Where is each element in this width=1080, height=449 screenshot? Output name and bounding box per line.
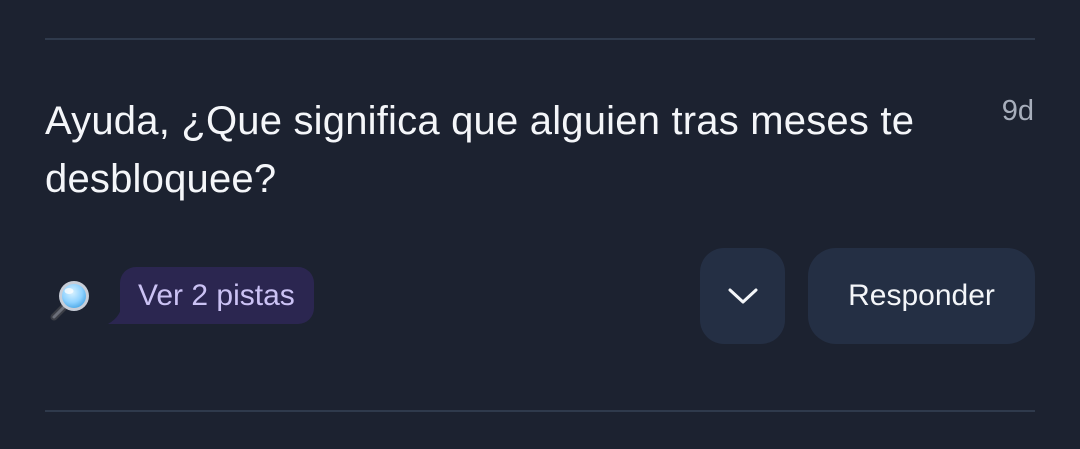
top-divider [45,38,1035,40]
chevron-down-icon [728,288,757,304]
bottom-divider [45,410,1035,412]
magnifier-icon [50,281,89,321]
reply-label: Responder [848,279,995,312]
expand-button[interactable] [700,248,785,344]
hints-bubble: Ver 2 pistas [120,267,314,324]
question-card: Ayuda, ¿Que significa que alguien tras m… [0,0,1080,449]
question-text[interactable]: Ayuda, ¿Que significa que alguien tras m… [45,92,950,208]
view-hints-label: Ver 2 pistas [138,278,295,312]
view-hints-button[interactable]: Ver 2 pistas [108,267,314,324]
post-age: 9d [1001,95,1034,127]
reply-button[interactable]: Responder [808,248,1035,344]
